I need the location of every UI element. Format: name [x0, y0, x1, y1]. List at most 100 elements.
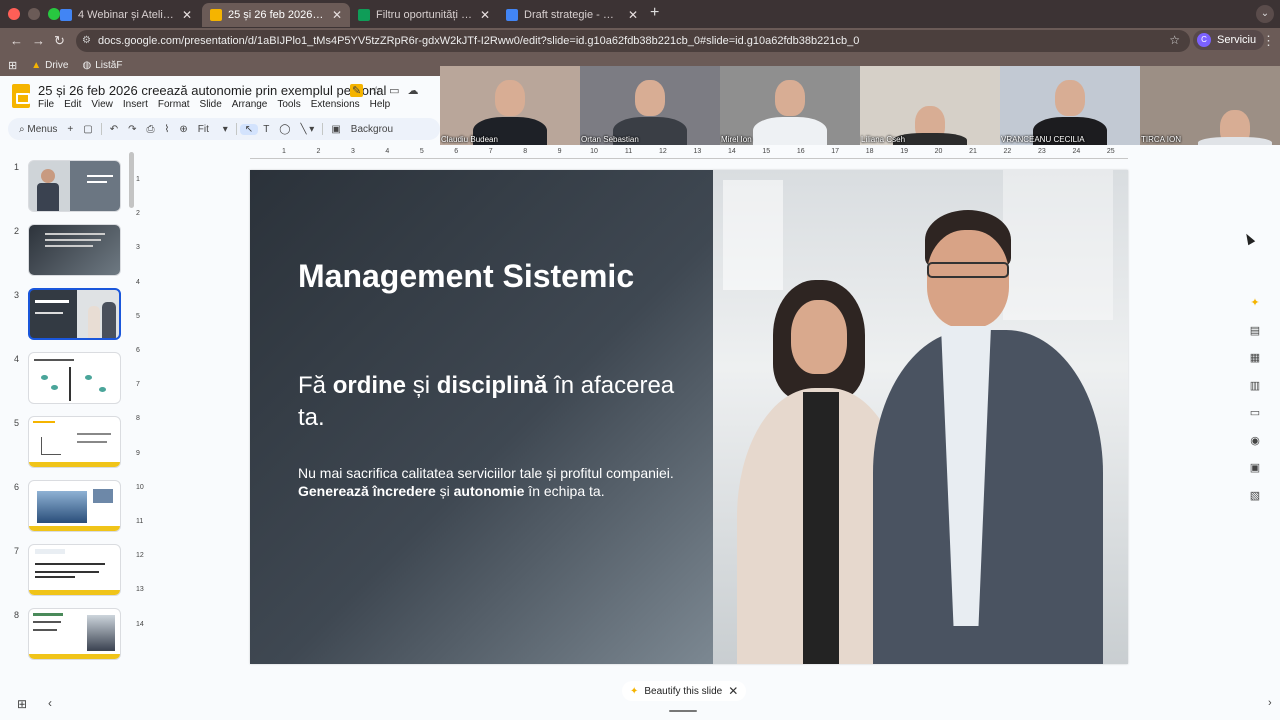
browser-tab[interactable]: 4 Webinar și Atelier 25 feb și ✕ [52, 3, 200, 27]
calendar-icon[interactable]: ▥ [1248, 379, 1262, 393]
ruler-tick-label: 9 [136, 449, 140, 457]
star-icon[interactable]: ☆ [371, 84, 381, 97]
background-button[interactable]: Backgrou [346, 124, 398, 135]
reload-icon[interactable]: ↻ [54, 33, 65, 49]
ruler-tick-label: 2 [316, 148, 321, 155]
filmstrip-scrollbar[interactable] [129, 152, 134, 208]
participant-name: TIRCA ION [1141, 135, 1182, 144]
menu-arrange[interactable]: Arrange [232, 99, 268, 110]
move-folder-icon[interactable]: ▭ [389, 84, 399, 97]
browser-tab[interactable]: Filtru oportunități - Google Sh ✕ [350, 3, 498, 27]
tab-search-icon[interactable]: ⌄ [1256, 5, 1274, 23]
participant-tile[interactable]: Claudiu Budean [440, 66, 580, 145]
browser-menu-icon[interactable]: ⋮ [1262, 33, 1275, 49]
slide-thumbnail[interactable]: 6 [0, 480, 130, 536]
participant-tile[interactable]: Liliana Cseh [860, 66, 1000, 145]
menu-insert[interactable]: Insert [123, 99, 148, 110]
profile-button[interactable]: C Serviciu [1193, 30, 1265, 50]
bookmark-star-icon[interactable]: ☆ [1169, 33, 1180, 47]
document-title[interactable]: 25 și 26 feb 2026 creează autonomie prin… [38, 83, 386, 98]
speaker-notes-handle[interactable] [669, 710, 697, 712]
new-slide-icon[interactable]: + [62, 124, 78, 135]
participant-tile[interactable]: TIRCA ION [1140, 66, 1280, 145]
participant-face [635, 80, 665, 116]
close-chip-icon[interactable]: ✕ [728, 684, 738, 698]
menu-view[interactable]: View [91, 99, 113, 110]
participant-tile[interactable]: Mirel Ion [720, 66, 860, 145]
close-window-button[interactable] [8, 8, 20, 20]
search-menus-button[interactable]: ⌕ Menus [14, 124, 62, 135]
vertical-ruler[interactable]: 1 2 3 4 5 6 7 8 9 10 11 12 13 14 [134, 170, 146, 664]
layout-icon[interactable]: ▢ [78, 124, 97, 135]
folder-icon[interactable]: ▭ [1248, 406, 1262, 420]
title-actions: ✎ ☆ ▭ ☁ [350, 84, 419, 97]
print-icon[interactable]: ⎙ [141, 124, 159, 135]
undo-icon[interactable]: ↶ [105, 124, 123, 135]
comment-icon[interactable]: ▣ [326, 124, 345, 135]
close-tab-icon[interactable]: ✕ [332, 8, 342, 22]
ruler-tick-label: 1 [136, 176, 140, 183]
apps-grid-icon[interactable]: ⊞ [8, 59, 17, 72]
slides-logo-icon[interactable] [12, 84, 30, 108]
docs-favicon-icon [506, 9, 518, 21]
select-cursor-icon[interactable]: ↖ [239, 123, 259, 135]
zoom-select[interactable]: Fit ▾ [193, 124, 233, 135]
close-tab-icon[interactable]: ✕ [628, 8, 638, 22]
expand-side-panel-icon[interactable]: › [1268, 697, 1272, 709]
slide-thumbnail-active[interactable]: 3 [0, 288, 130, 344]
back-arrow-icon[interactable]: ← [10, 33, 23, 48]
slide-thumbnail[interactable]: 8 [0, 608, 130, 664]
meet-icon[interactable]: ▣ [1248, 461, 1262, 475]
bookmark-drive[interactable]: ▲ Drive [31, 60, 68, 71]
ruler-tick-label: 15 [762, 148, 771, 155]
shape-icon[interactable]: ◯ [274, 124, 295, 135]
site-info-icon[interactable]: ⚙ [82, 30, 91, 52]
slide-body-text[interactable]: Nu mai sacrifica calitatea serviciilor t… [298, 464, 678, 500]
keep-notes-icon[interactable]: ▤ [1248, 324, 1262, 338]
beautify-slide-chip[interactable]: ✦ Beautify this slide ✕ [622, 681, 747, 701]
address-bar[interactable]: ⚙ docs.google.com/presentation/d/1aBIJPl… [76, 30, 1190, 52]
menu-format[interactable]: Format [158, 99, 190, 110]
forward-arrow-icon[interactable]: → [32, 33, 45, 48]
browser-tab[interactable]: Draft strategie - Google Docs ✕ [498, 3, 646, 27]
slide-thumbnail[interactable]: 2 [0, 224, 130, 280]
menu-slide[interactable]: Slide [200, 99, 222, 110]
slide-canvas[interactable]: Management Sistemic Fă ordine și discipl… [250, 170, 1128, 664]
slide-thumbnail[interactable]: 1 [0, 160, 130, 216]
browser-tab-active[interactable]: 25 și 26 feb 2026 creează au ✕ [202, 3, 350, 27]
bookmark-lista[interactable]: ◍ ListăF [82, 60, 122, 71]
slide-photo[interactable] [713, 170, 1128, 664]
ruler-tick-label: 6 [454, 148, 459, 155]
participant-tile[interactable]: Ortan Sebastian [580, 66, 720, 145]
record-icon[interactable]: ◉ [1248, 434, 1262, 448]
slide-thumbnail[interactable]: 4 [0, 352, 130, 408]
menu-file[interactable]: File [38, 99, 54, 110]
menu-help[interactable]: Help [370, 99, 391, 110]
slide-thumbnail[interactable]: 7 [0, 544, 130, 600]
minimize-window-button[interactable] [28, 8, 40, 20]
grid-view-icon[interactable]: ⊞ [17, 697, 27, 711]
menu-edit[interactable]: Edit [64, 99, 81, 110]
browser-toolbar: ← → ↻ ⚙ docs.google.com/presentation/d/1… [0, 28, 1280, 54]
participant-tile[interactable]: VRANCEANU CECILIA [1000, 66, 1140, 145]
text-box-icon[interactable]: T [258, 124, 274, 135]
slide-thumbnail[interactable]: 5 [0, 416, 130, 472]
menu-extensions[interactable]: Extensions [311, 99, 360, 110]
slide-title[interactable]: Management Sistemic [298, 258, 634, 295]
line-icon[interactable]: ╲ ▾ [296, 124, 320, 135]
close-tab-icon[interactable]: ✕ [182, 8, 192, 22]
beautify-badge-icon[interactable]: ✎ [350, 84, 364, 97]
new-tab-button[interactable]: + [650, 4, 659, 22]
collapse-filmstrip-icon[interactable]: ‹ [48, 696, 52, 710]
menu-tools[interactable]: Tools [277, 99, 300, 110]
slide-subtitle[interactable]: Fă ordine și disciplină în afacerea ta. [298, 370, 678, 434]
tasks-icon[interactable]: ▦ [1248, 351, 1262, 365]
paint-format-icon[interactable]: ⌇ [159, 124, 174, 135]
close-tab-icon[interactable]: ✕ [480, 8, 490, 22]
redo-icon[interactable]: ↷ [123, 124, 141, 135]
ruler-tick-label: 17 [831, 148, 840, 155]
zoom-icon[interactable]: ⊕ [174, 124, 192, 135]
gemini-spark-icon[interactable]: ✦ [1248, 296, 1262, 310]
cloud-status-icon[interactable]: ☁ [408, 84, 419, 97]
present-icon[interactable]: ▧ [1248, 489, 1262, 503]
